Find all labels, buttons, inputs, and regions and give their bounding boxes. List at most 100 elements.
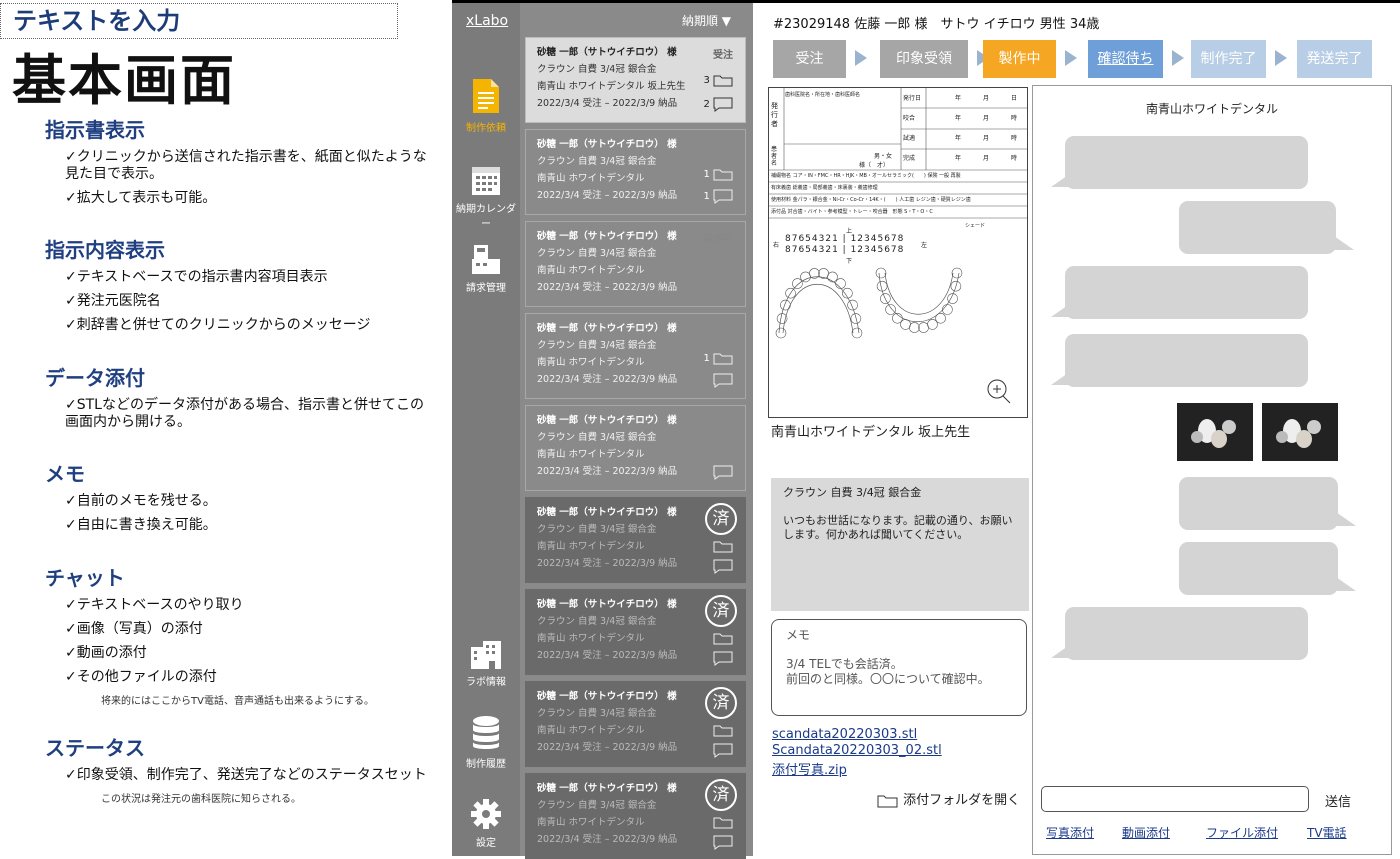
sheet-shade-label: シェード [965,223,986,229]
tooth-outline [827,271,838,283]
text-input-placeholder[interactable]: テキストを入力 [0,3,398,39]
attachment-count[interactable]: 3 [703,72,733,89]
attachment-count[interactable]: 1 [703,350,733,367]
sheet-cell: 月 [983,95,990,102]
memo-text: 3/4 TELでも会話済。 前回のと同様。〇〇について確認中。 [786,657,990,686]
status-step[interactable]: 発送完了 [1297,40,1372,78]
tooth-outline [900,319,911,330]
section-heading: ステータス [45,736,145,760]
app-logo[interactable]: xLabo [466,13,508,29]
order-card[interactable]: 砂糖 一郎（サトウイチロウ） 様クラウン 自費 3/4冠 銀合金 南青山 ホワイト… [525,589,746,675]
document-icon [473,79,499,113]
step-arrow-icon [1275,50,1287,66]
chat-photo[interactable] [1177,403,1253,461]
attachment-count[interactable] [713,722,733,739]
speech-bubble-icon [713,465,733,480]
message-count[interactable]: 1 [703,188,733,205]
attachment-count[interactable] [713,814,733,831]
chat-bubble-received [1051,266,1308,319]
status-step[interactable]: 受注 [773,40,846,78]
folder-icon [713,817,733,828]
step-arrow-icon [1172,50,1184,66]
sheet-down-label: 下 [846,258,853,265]
request-product: クラウン 自費 3/4冠 銀合金 [783,486,922,499]
attachment-count[interactable] [713,630,733,647]
order-card[interactable]: 砂糖 一郎（サトウイチロウ） 様クラウン 自費 3/4冠 銀合金 南青山 ホワイト… [525,773,746,859]
status-step[interactable]: 制作完了 [1191,40,1266,78]
status-step[interactable]: 確認待ち [1088,40,1163,78]
section-item: ✓自由に書き換え可能。 [65,517,217,533]
order-card[interactable]: 砂糖 一郎（サトウイチロウ） 様クラウン 自費 3/4冠 銀合金 南青山 ホワイト… [525,313,746,399]
memo-box[interactable]: メモ 3/4 TELでも会話済。 前回のと同様。〇〇について確認中。 [771,619,1027,716]
sheet-attach-line: 添付品 対合歯・バイト・参考模型・トレー・咬合器 形態 S・T・O・C [771,209,933,215]
attachment-count[interactable] [713,538,733,555]
annotation-section: メモ ✓自前のメモを残せる。 ✓自由に書き換え可能。 [45,458,435,541]
message-count[interactable]: 2 [703,96,733,113]
nav-label: 制作依頼 [466,123,506,134]
annotation-section: 指示書表示 ✓クリニックから送信された指示書を、紙面と似たような見た目で表示。 ✓拡… [45,114,435,214]
nav-lab-info[interactable]: ラボ情報 [452,639,520,688]
status-step[interactable]: 製作中 [983,40,1056,78]
order-card[interactable]: 砂糖 一郎（サトウイチロウ） 様クラウン 自費 3/4冠 銀合金 南青山 ホワイト… [525,37,746,123]
folder-icon [713,75,733,86]
message-count[interactable] [713,834,733,851]
attach-file-link[interactable]: ファイル添付 [1206,824,1278,841]
tooth-outline [909,322,920,333]
chat-title: 南青山ホワイトデンタル [1145,102,1278,116]
nav-settings[interactable]: 設定 [452,798,520,849]
tooth-outline [918,322,929,333]
attach-video-link[interactable]: 動画添付 [1122,824,1170,841]
order-card[interactable]: 砂糖 一郎（サトウイチロウ） 様クラウン 自費 3/4冠 銀合金 南青山 ホワイト… [525,681,746,767]
folder-icon [877,795,898,807]
message-count[interactable] [713,372,733,389]
nav-billing[interactable]: 請求管理 [452,243,520,294]
nav-label: ラボ情報 [466,677,506,688]
message-count[interactable] [713,464,733,481]
nav-delivery-calendar[interactable]: 納期カレンダー [452,166,520,230]
chat-photo[interactable] [1262,403,1338,461]
tooth-outline [818,268,829,279]
order-sheet[interactable]: 歯科医院名・所在地・歯科医師名 発行者 患者名 男・女 様（ 才） 発行日年月日… [768,87,1028,418]
section-note: この状況は発注元の歯科医院に知らされる。 [101,794,301,805]
section-item: ✓印象受領、制作完了、発送完了などのステータスセット [65,767,427,783]
database-icon [473,716,499,749]
status-badge: 受注 [713,50,733,61]
gear-icon [471,799,501,829]
tooth-outline [935,313,946,324]
order-card[interactable]: 砂糖 一郎（サトウイチロウ） 様クラウン 自費 3/4冠 銀合金 南青山 ホワイト… [525,405,746,491]
file-link[interactable]: Scandata20220303_02.stl [772,743,942,758]
sheet-cell: 年 [955,95,962,102]
section-heading: メモ [45,462,85,486]
message-count[interactable] [713,650,733,667]
order-card[interactable]: 砂糖 一郎（サトウイチロウ） 様クラウン 自費 3/4冠 銀合金 南青山 ホワイト… [525,129,746,215]
open-folder-button[interactable]: 添付フォルダを開く [877,789,1020,808]
tv-call-link[interactable]: TV電話 [1307,824,1347,841]
chat-message-input[interactable] [1041,786,1309,812]
text-input-label: テキストを入力 [13,7,181,35]
order-patient-name: 砂糖 一郎（サトウイチロウ） 様 [537,139,677,150]
sheet-cell: 年 [955,135,962,142]
file-link[interactable]: scandata20220303.stl [772,727,917,742]
zoom-icon[interactable] [987,379,1011,404]
send-button[interactable]: 送信 [1325,791,1351,810]
nav-production-request[interactable]: 制作依頼 [452,77,520,134]
message-count[interactable] [713,558,733,575]
annotation-panel: テキストを入力 基本画面 指示書表示 ✓クリニックから送信された指示書を、紙面と似… [0,0,452,856]
attach-photo-link[interactable]: 写真添付 [1046,824,1094,841]
file-link[interactable]: 添付写真.zip [772,759,847,778]
order-card[interactable]: 砂糖 一郎（サトウイチロウ） 様クラウン 自費 3/4冠 銀合金 南青山 ホワイト… [525,221,746,307]
order-card[interactable]: 砂糖 一郎（サトウイチロウ） 様クラウン 自費 3/4冠 銀合金 南青山 ホワイト… [525,497,746,583]
section-item: ✓テキストベースのやり取り [65,597,244,613]
order-patient-name: 砂糖 一郎（サトウイチロウ） 様 [537,323,677,334]
sheet-cell: 年 [955,115,962,122]
message-count[interactable] [713,742,733,759]
sheet-denture-line: 有床義歯 総義歯・局部義歯・床裏装・義歯修理 [771,185,878,191]
section-item: ✓テキストベースでの指示書内容項目表示 [65,269,328,285]
sort-dropdown[interactable]: 納期順 ▼ [682,12,731,29]
attachment-count[interactable]: 1 [703,166,733,183]
tooth-outline [942,304,953,315]
register-icon [472,245,500,274]
nav-production-history[interactable]: 制作履歴 [452,715,520,770]
status-step[interactable]: 印象受領 [880,40,968,78]
done-badge: 済 [705,779,737,811]
